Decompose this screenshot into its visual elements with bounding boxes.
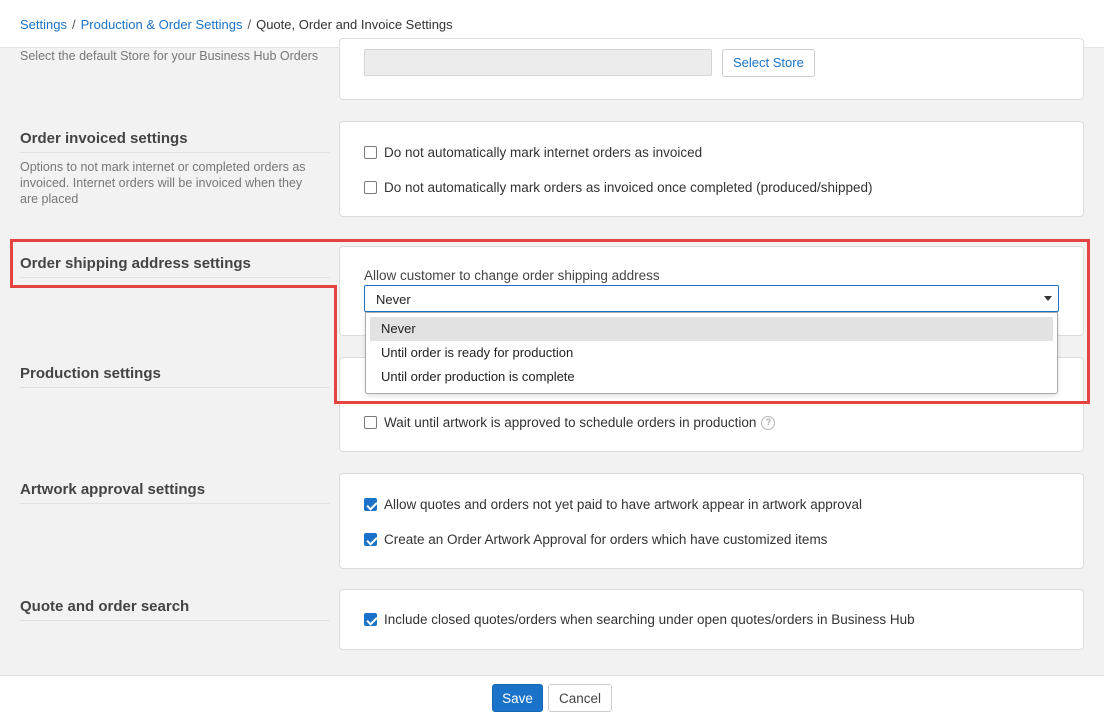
help-icon[interactable]: ? (761, 415, 776, 430)
breadcrumb-production-order-link[interactable]: Production & Order Settings (81, 17, 243, 32)
chevron-down-icon (1044, 296, 1052, 301)
artwork-unpaid-checkbox[interactable] (364, 498, 377, 511)
breadcrumb-settings-link[interactable]: Settings (20, 17, 67, 32)
artwork-customized-checkbox[interactable] (364, 533, 377, 546)
store-section-description: Select the default Store for your Busine… (20, 49, 319, 63)
shipping-select-value: Never (376, 292, 411, 307)
highlight-step (334, 239, 337, 251)
footer-bar: Save Cancel (0, 675, 1104, 718)
production-option-wait-artwork[interactable]: Wait until artwork is approved to schedu… (364, 415, 776, 430)
search-option-include-closed[interactable]: Include closed quotes/orders when search… (364, 612, 915, 627)
invoiced-card: Do not automatically mark internet order… (339, 121, 1084, 217)
shipping-section-title: Order shipping address settings (20, 255, 330, 278)
dropdown-option-production-complete[interactable]: Until order production is complete (370, 365, 1053, 389)
breadcrumb-current: Quote, Order and Invoice Settings (256, 17, 453, 32)
invoiced-option-completed[interactable]: Do not automatically mark orders as invo… (364, 180, 873, 195)
artwork-section-title: Artwork approval settings (20, 481, 330, 504)
select-store-button[interactable]: Select Store (722, 49, 815, 77)
store-input[interactable] (364, 49, 712, 76)
breadcrumb-separator: / (71, 17, 76, 32)
production-wait-checkbox[interactable] (364, 416, 377, 429)
store-card: Select Store (339, 38, 1084, 100)
search-include-closed-checkbox[interactable] (364, 613, 377, 626)
search-card: Include closed quotes/orders when search… (339, 589, 1084, 650)
invoiced-section-title: Order invoiced settings (20, 130, 330, 153)
artwork-unpaid-label: Allow quotes and orders not yet paid to … (384, 497, 863, 512)
search-include-closed-label: Include closed quotes/orders when search… (384, 612, 915, 627)
dropdown-option-ready-for-production[interactable]: Until order is ready for production (370, 341, 1053, 365)
invoiced-completed-checkbox[interactable] (364, 181, 377, 194)
production-section-title: Production settings (20, 365, 330, 388)
artwork-card: Allow quotes and orders not yet paid to … (339, 473, 1084, 569)
artwork-option-unpaid[interactable]: Allow quotes and orders not yet paid to … (364, 497, 862, 512)
invoiced-section-description: Options to not mark internet or complete… (20, 160, 306, 206)
artwork-option-customized[interactable]: Create an Order Artwork Approval for ord… (364, 532, 827, 547)
artwork-customized-label: Create an Order Artwork Approval for ord… (384, 532, 828, 547)
invoiced-option-internet[interactable]: Do not automatically mark internet order… (364, 145, 702, 160)
invoiced-internet-checkbox[interactable] (364, 146, 377, 159)
search-section-title: Quote and order search (20, 598, 330, 621)
shipping-field-label: Allow customer to change order shipping … (364, 268, 660, 283)
shipping-address-select[interactable]: Never (364, 285, 1059, 312)
invoiced-completed-label: Do not automatically mark orders as invo… (384, 180, 873, 195)
dropdown-option-never[interactable]: Never (370, 317, 1053, 341)
shipping-dropdown-list: Never Until order is ready for productio… (365, 312, 1058, 394)
save-button[interactable]: Save (492, 684, 543, 712)
breadcrumb-separator: / (247, 17, 252, 32)
cancel-button[interactable]: Cancel (548, 684, 612, 712)
invoiced-internet-label: Do not automatically mark internet order… (384, 145, 703, 160)
production-wait-label: Wait until artwork is approved to schedu… (384, 415, 757, 430)
